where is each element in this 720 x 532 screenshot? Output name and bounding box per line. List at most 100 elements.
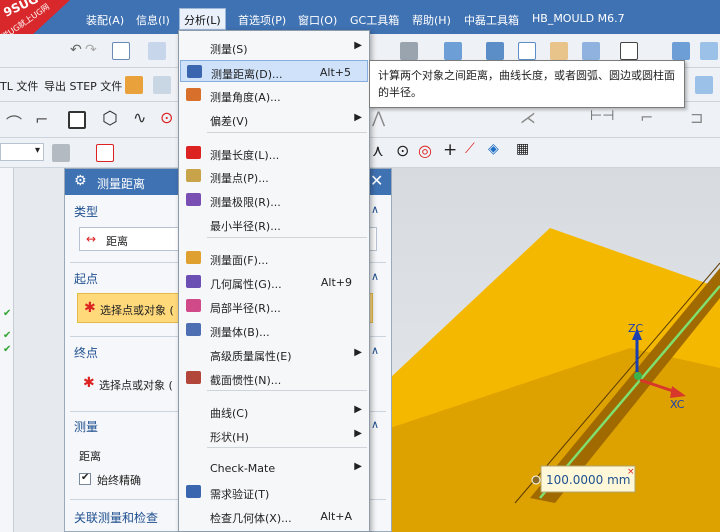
analysis-menu: 测量(S) ▶ 测量距离(D)... Alt+5 测量角度(A)... 偏差(V) ▶ 测量长…	[178, 30, 370, 532]
snap-center-icon[interactable]: ⊙	[396, 141, 409, 160]
type-section-header[interactable]: 类型	[74, 203, 98, 220]
menu-item[interactable]: 最小半径(R)...	[180, 213, 368, 235]
toolbar-icon[interactable]: ⊢⊣	[590, 108, 614, 124]
dialog-title: 测量距离	[97, 177, 146, 191]
menu-item-label: 测量点(P)...	[210, 172, 269, 185]
export-step-button[interactable]: 导出 STEP 文件	[44, 78, 122, 94]
snap-icon[interactable]	[96, 144, 114, 162]
menu-item[interactable]: 测量点(P)...	[180, 165, 368, 187]
menu-window[interactable]: 窗口(O)	[298, 12, 337, 28]
grid-icon[interactable]: ▦	[516, 141, 529, 157]
toolbar-icon[interactable]	[400, 42, 418, 60]
check-icon: ✔	[3, 308, 12, 319]
menu-separator	[207, 132, 367, 133]
toolbar-icon[interactable]	[550, 42, 568, 60]
menu-assembly[interactable]: 装配(A)	[86, 12, 124, 28]
measure-length-icon	[186, 146, 201, 159]
menu-item[interactable]: 测量体(B)...	[180, 319, 368, 341]
measure-ruler-icon[interactable]	[112, 42, 130, 60]
arc-icon[interactable]: ⌒	[6, 110, 22, 134]
toolbar-icon[interactable]	[153, 76, 171, 94]
menu-item-label: 测量长度(L)...	[210, 149, 280, 162]
menu-analysis[interactable]: 分析(L)	[179, 8, 226, 30]
cube-icon[interactable]	[444, 42, 462, 60]
menu-zhonglei-toolbox[interactable]: 中磊工具箱	[464, 12, 519, 28]
menu-item-label: 测量面(F)...	[210, 254, 269, 267]
cube-icon[interactable]	[486, 42, 504, 60]
associated-section-header[interactable]: 关联测量和检查	[74, 509, 158, 526]
snap-quadrant-icon[interactable]: ◎	[418, 141, 432, 160]
toolbar-icon[interactable]	[582, 42, 600, 60]
menu-separator	[207, 237, 367, 238]
collapse-chevron-icon[interactable]: ∧	[371, 270, 379, 283]
snap-face-icon[interactable]: ◈	[488, 141, 499, 157]
close-icon[interactable]: ✕	[370, 171, 383, 190]
menu-preferences[interactable]: 首选项(P)	[238, 12, 286, 28]
collapse-chevron-icon[interactable]: ∧	[371, 203, 379, 216]
toolbar-icon[interactable]	[695, 76, 713, 94]
gear-icon[interactable]: ⚙	[74, 173, 87, 189]
menu-item[interactable]: 检查几何体(X)... Alt+A	[180, 505, 368, 527]
menu-item[interactable]: Check-Mate ▶	[180, 457, 368, 479]
menu-item[interactable]: 测量距离(D)... Alt+5	[180, 60, 368, 82]
menu-item-shortcut: Alt+5	[319, 66, 351, 79]
window-icon[interactable]	[620, 42, 638, 60]
toolbar-icon[interactable]	[672, 42, 690, 60]
menu-bar: 装配(A) 信息(I) 分析(L) 首选项(P) 窗口(O) GC工具箱 帮助(…	[0, 0, 720, 34]
start-select-label: 选择点或对象 (	[100, 304, 174, 317]
snap-line-icon[interactable]: ⟋	[465, 141, 475, 157]
rectangle-icon[interactable]	[68, 111, 86, 129]
toolbar-icon[interactable]	[148, 42, 166, 60]
menu-item[interactable]: 偏差(V) ▶	[180, 108, 368, 130]
menu-information[interactable]: 信息(I)	[136, 12, 170, 28]
end-section-header[interactable]: 终点	[74, 344, 98, 361]
menu-item[interactable]: 测量面(F)...	[180, 247, 368, 269]
export-tl-button[interactable]: TL 文件	[0, 78, 38, 94]
always-accurate-checkbox[interactable]: ✔	[79, 472, 91, 485]
selection-filter-dropdown[interactable]: ▾	[0, 143, 44, 161]
menu-separator	[207, 390, 367, 391]
toolbar-icon[interactable]: ⋌	[520, 108, 536, 127]
book-icon[interactable]	[125, 76, 143, 94]
snap-point-icon[interactable]: ⋏	[372, 141, 384, 160]
toolbar-icon[interactable]: ⋀	[372, 108, 385, 127]
snap-intersection-icon[interactable]: +	[443, 140, 457, 160]
wireframe-icon[interactable]	[518, 42, 536, 60]
menu-item[interactable]: 截面惯性(N)...	[180, 367, 368, 389]
menu-item[interactable]: 形状(H) ▶	[180, 424, 368, 446]
redo-icon[interactable]: ↷	[85, 42, 97, 58]
spline-icon[interactable]: ∿	[133, 108, 146, 127]
menu-help[interactable]: 帮助(H)	[412, 12, 451, 28]
check-icon: ✔	[3, 330, 12, 341]
collapse-chevron-icon[interactable]: ∧	[371, 418, 379, 431]
menu-item[interactable]: 局部半径(R)...	[180, 295, 368, 317]
toolbar-icon[interactable]	[700, 42, 718, 60]
menu-item-shortcut: Alt+9	[320, 276, 352, 289]
toolbar-icon[interactable]	[52, 144, 70, 162]
collapse-chevron-icon[interactable]: ∧	[371, 344, 379, 357]
menu-item[interactable]: 测量极限(R)...	[180, 189, 368, 211]
menu-item[interactable]: 曲线(C) ▶	[180, 400, 368, 422]
measurement-close-icon[interactable]: ×	[627, 467, 635, 477]
menu-gc-toolbox[interactable]: GC工具箱	[350, 12, 399, 28]
menu-item[interactable]: 高级质量属性(E) ▶	[180, 343, 368, 365]
menu-item[interactable]: 测量(S) ▶	[180, 36, 368, 58]
undo-icon[interactable]: ↶	[70, 42, 82, 58]
toolbar-icon[interactable]: ⌐	[640, 108, 653, 127]
menu-item[interactable]: 测量角度(A)...	[180, 84, 368, 106]
measure-limit-icon	[186, 193, 201, 206]
toolbar-icon[interactable]: ⊐	[690, 108, 703, 127]
menu-hb-mould[interactable]: HB_MOULD M6.7	[532, 12, 625, 25]
menu-item[interactable]: 几何属性(G)... Alt+9	[180, 271, 368, 293]
point-icon[interactable]: ⊙	[160, 108, 173, 127]
polygon-icon[interactable]: ⬡	[102, 108, 118, 129]
menu-item[interactable]: 测量长度(L)...	[180, 142, 368, 164]
menu-item[interactable]: 需求验证(T)	[180, 481, 368, 503]
menu-item-label: 测量极限(R)...	[210, 196, 281, 209]
curve-icon[interactable]: ⌐	[35, 110, 48, 129]
graphics-window[interactable]: ZC XC 100.0000 mm ×	[390, 168, 720, 532]
measure-section-header[interactable]: 测量	[74, 418, 98, 435]
submenu-arrow-icon: ▶	[354, 347, 362, 358]
submenu-arrow-icon: ▶	[354, 428, 362, 439]
start-section-header[interactable]: 起点	[74, 270, 98, 287]
